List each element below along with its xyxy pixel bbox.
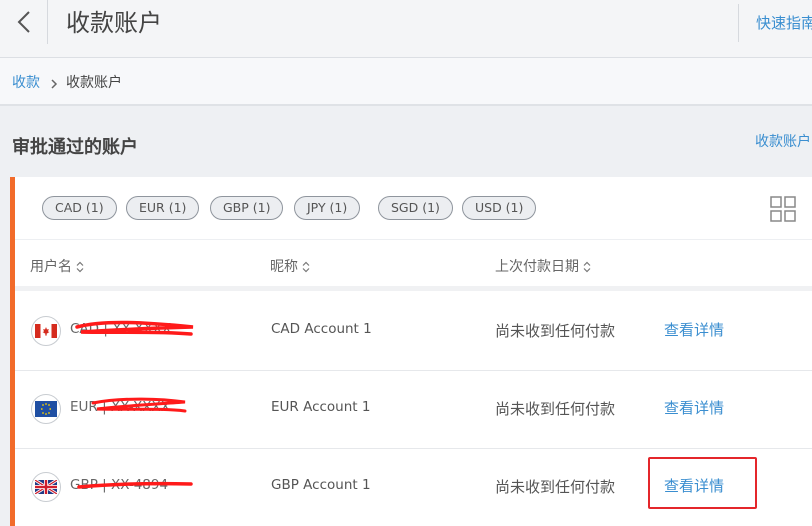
- currency-chip-sgd[interactable]: SGD (1): [378, 196, 453, 220]
- eu-flag-icon: [31, 394, 61, 424]
- account-nickname: CAD Account 1: [271, 321, 372, 337]
- last-payment-status: 尚未收到任何付款: [495, 478, 616, 496]
- table-header: 用户名 昵称 上次付款日期: [15, 239, 812, 291]
- redaction-scribble: [75, 320, 194, 336]
- account-nickname: GBP Account 1: [271, 477, 371, 493]
- redaction-scribble: [91, 397, 187, 413]
- accounts-panel: CAD (1) EUR (1) GBP (1) JPY (1) SGD (1) …: [10, 177, 812, 526]
- section-title: 审批通过的账户: [12, 137, 138, 158]
- sort-icon: [302, 261, 310, 273]
- top-bar: 收款账户 快速指南: [0, 0, 812, 58]
- redaction-scribble: [77, 481, 193, 489]
- view-details-link[interactable]: 查看详情: [664, 397, 724, 418]
- currency-chip-gbp[interactable]: GBP (1): [210, 196, 284, 220]
- table-row: EUR | XX-XXXX EUR Account 1 尚未收到任何付款 查看详…: [15, 371, 812, 449]
- breadcrumb: 收款 收款账户: [0, 58, 812, 106]
- section-right-link[interactable]: 收款账户: [755, 131, 811, 151]
- currency-chip-eur[interactable]: EUR (1): [126, 196, 200, 220]
- sort-icon: [76, 261, 84, 273]
- grid-view-icon[interactable]: [770, 196, 796, 222]
- breadcrumb-parent-link[interactable]: 收款: [12, 72, 40, 92]
- column-header-nickname[interactable]: 昵称: [270, 256, 310, 276]
- currency-chip-cad[interactable]: CAD (1): [42, 196, 117, 220]
- uk-flag-icon: [31, 472, 61, 502]
- divider: [738, 4, 739, 42]
- column-header-last-payment[interactable]: 上次付款日期: [495, 256, 591, 276]
- sort-icon: [583, 261, 591, 273]
- annotation-highlight-box: [648, 457, 757, 509]
- table-row: GBP | XX-4894 GBP Account 1 尚未收到任何付款 查看详…: [15, 449, 812, 526]
- canada-flag-icon: [31, 316, 61, 346]
- last-payment-status: 尚未收到任何付款: [495, 322, 616, 340]
- chevron-left-icon: [17, 11, 30, 33]
- last-payment-status: 尚未收到任何付款: [495, 400, 616, 418]
- chevron-right-icon: [50, 75, 58, 94]
- breadcrumb-current: 收款账户: [66, 75, 122, 91]
- page-title: 收款账户: [66, 9, 162, 37]
- back-button[interactable]: [0, 0, 48, 44]
- account-nickname: EUR Account 1: [271, 399, 371, 415]
- quick-guide-link[interactable]: 快速指南: [756, 12, 812, 33]
- currency-chip-jpy[interactable]: JPY (1): [294, 196, 361, 220]
- column-header-username[interactable]: 用户名: [30, 256, 84, 276]
- currency-chip-usd[interactable]: USD (1): [462, 196, 537, 220]
- view-details-link[interactable]: 查看详情: [664, 319, 724, 340]
- table-row: CAD | XX-XXXX CAD Account 1 尚未收到任何付款 查看详…: [15, 293, 812, 371]
